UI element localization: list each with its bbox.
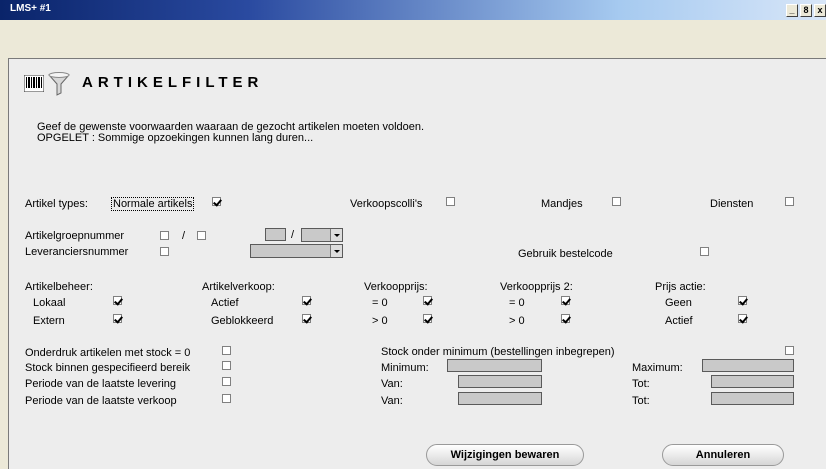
minimize-button[interactable]: _ <box>786 4 798 17</box>
bereik-checkbox[interactable] <box>222 361 231 370</box>
prijs2-eq0-checkbox[interactable] <box>561 296 570 305</box>
artikelgroep-input[interactable] <box>265 228 286 241</box>
prijs-eq0-checkbox[interactable] <box>423 296 432 305</box>
leverancier-checkbox[interactable] <box>160 247 169 256</box>
mandjes-label: Mandjes <box>541 198 583 210</box>
maximize-button[interactable]: 8 <box>800 4 812 17</box>
save-button[interactable]: Wijzigingen bewaren <box>426 444 584 466</box>
bestelcode-checkbox[interactable] <box>700 247 709 256</box>
onderdruk-checkbox[interactable] <box>222 346 231 355</box>
levering-label: Periode van de laatste levering <box>25 378 177 390</box>
prijs-gt0-label: > 0 <box>372 315 388 327</box>
artikelgroep-label: Artikelgroepnummer <box>25 230 125 242</box>
onder-minimum-checkbox[interactable] <box>785 346 794 355</box>
normale-artikels-label[interactable]: Normale artikels <box>111 197 195 211</box>
bestelcode-label: Gebruik bestelcode <box>518 248 613 260</box>
minimum-label: Minimum: <box>381 362 429 374</box>
prijs2-label: Verkoopprijs 2: <box>500 281 573 293</box>
beheer-label: Artikelbeheer: <box>25 281 93 293</box>
levering-van-input[interactable] <box>458 375 542 388</box>
prijs2-gt0-label: > 0 <box>509 315 525 327</box>
levering-checkbox[interactable] <box>222 377 231 386</box>
actie-label: Prijs actie: <box>655 281 706 293</box>
artikelgroep-separator-2: / <box>291 229 295 241</box>
actie-actief-label: Actief <box>665 315 693 327</box>
levering-tot-input[interactable] <box>711 375 794 388</box>
beheer-lokaal-label: Lokaal <box>33 297 66 309</box>
actie-geen-checkbox[interactable] <box>738 296 747 305</box>
beheer-lokaal-checkbox[interactable] <box>113 296 122 305</box>
diensten-label: Diensten <box>710 198 754 210</box>
maximum-input[interactable] <box>702 359 794 372</box>
filter-panel <box>8 58 826 469</box>
artikelgroep-separator-1: / <box>182 230 186 242</box>
cancel-button[interactable]: Annuleren <box>662 444 784 466</box>
verkoop-tot-label: Tot: <box>632 395 650 407</box>
verkoop-tot-input[interactable] <box>711 392 794 405</box>
artikelgroep-select[interactable] <box>301 228 343 242</box>
levering-van-label: Van: <box>381 378 403 390</box>
barcode-icon <box>24 75 44 92</box>
verkoop-label: Artikelverkoop: <box>202 281 275 293</box>
diensten-checkbox[interactable] <box>785 197 794 206</box>
verkoop-periode-label: Periode van de laatste verkoop <box>25 395 177 407</box>
artikelgroep-checkbox-2[interactable] <box>197 231 206 240</box>
prijs2-eq0-label: = 0 <box>509 297 525 309</box>
verkoop-van-input[interactable] <box>458 392 542 405</box>
verkoop-geblokkeerd-checkbox[interactable] <box>302 314 311 323</box>
onder-minimum-label: Stock onder minimum (bestellingen inbegr… <box>381 346 615 358</box>
verkoop-periode-checkbox[interactable] <box>222 394 231 403</box>
verkoopscollis-checkbox[interactable] <box>446 197 455 206</box>
prijs-gt0-checkbox[interactable] <box>423 314 432 323</box>
normale-artikels-checkbox[interactable] <box>212 197 221 206</box>
mandjes-checkbox[interactable] <box>612 197 621 206</box>
verkoopscollis-label: Verkoopscolli's <box>350 198 423 210</box>
close-button[interactable]: x <box>814 4 826 17</box>
beheer-extern-checkbox[interactable] <box>113 314 122 323</box>
verkoop-geblokkeerd-label: Geblokkeerd <box>211 315 274 327</box>
chevron-down-icon <box>330 245 342 257</box>
types-label: Artikel types: <box>25 198 88 210</box>
levering-tot-label: Tot: <box>632 378 650 390</box>
window-titlebar: LMS+ #1 _ 8 x <box>0 0 826 20</box>
page-title: ARTIKELFILTER <box>82 74 264 91</box>
chevron-down-icon <box>330 229 342 241</box>
minimum-input[interactable] <box>447 359 542 372</box>
bereik-label: Stock binnen gespecifieerd bereik <box>25 362 191 374</box>
actie-geen-label: Geen <box>665 297 692 309</box>
prijs2-gt0-checkbox[interactable] <box>561 314 570 323</box>
funnel-icon <box>48 72 70 96</box>
prijs-label: Verkoopprijs: <box>364 281 428 293</box>
warning-text: OPGELET : Sommige opzoekingen kunnen lan… <box>37 132 314 144</box>
window-title: LMS+ #1 <box>10 3 51 14</box>
leverancier-select[interactable] <box>250 244 343 258</box>
actie-actief-checkbox[interactable] <box>738 314 747 323</box>
verkoop-van-label: Van: <box>381 395 403 407</box>
maximum-label: Maximum: <box>632 362 683 374</box>
verkoop-actief-checkbox[interactable] <box>302 296 311 305</box>
beheer-extern-label: Extern <box>33 315 65 327</box>
window-buttons: _ 8 x <box>784 4 826 17</box>
verkoop-actief-label: Actief <box>211 297 239 309</box>
prijs-eq0-label: = 0 <box>372 297 388 309</box>
leverancier-label: Leveranciersnummer <box>25 246 129 258</box>
onderdruk-label: Onderdruk artikelen met stock = 0 <box>25 347 191 359</box>
artikelgroep-checkbox-1[interactable] <box>160 231 169 240</box>
